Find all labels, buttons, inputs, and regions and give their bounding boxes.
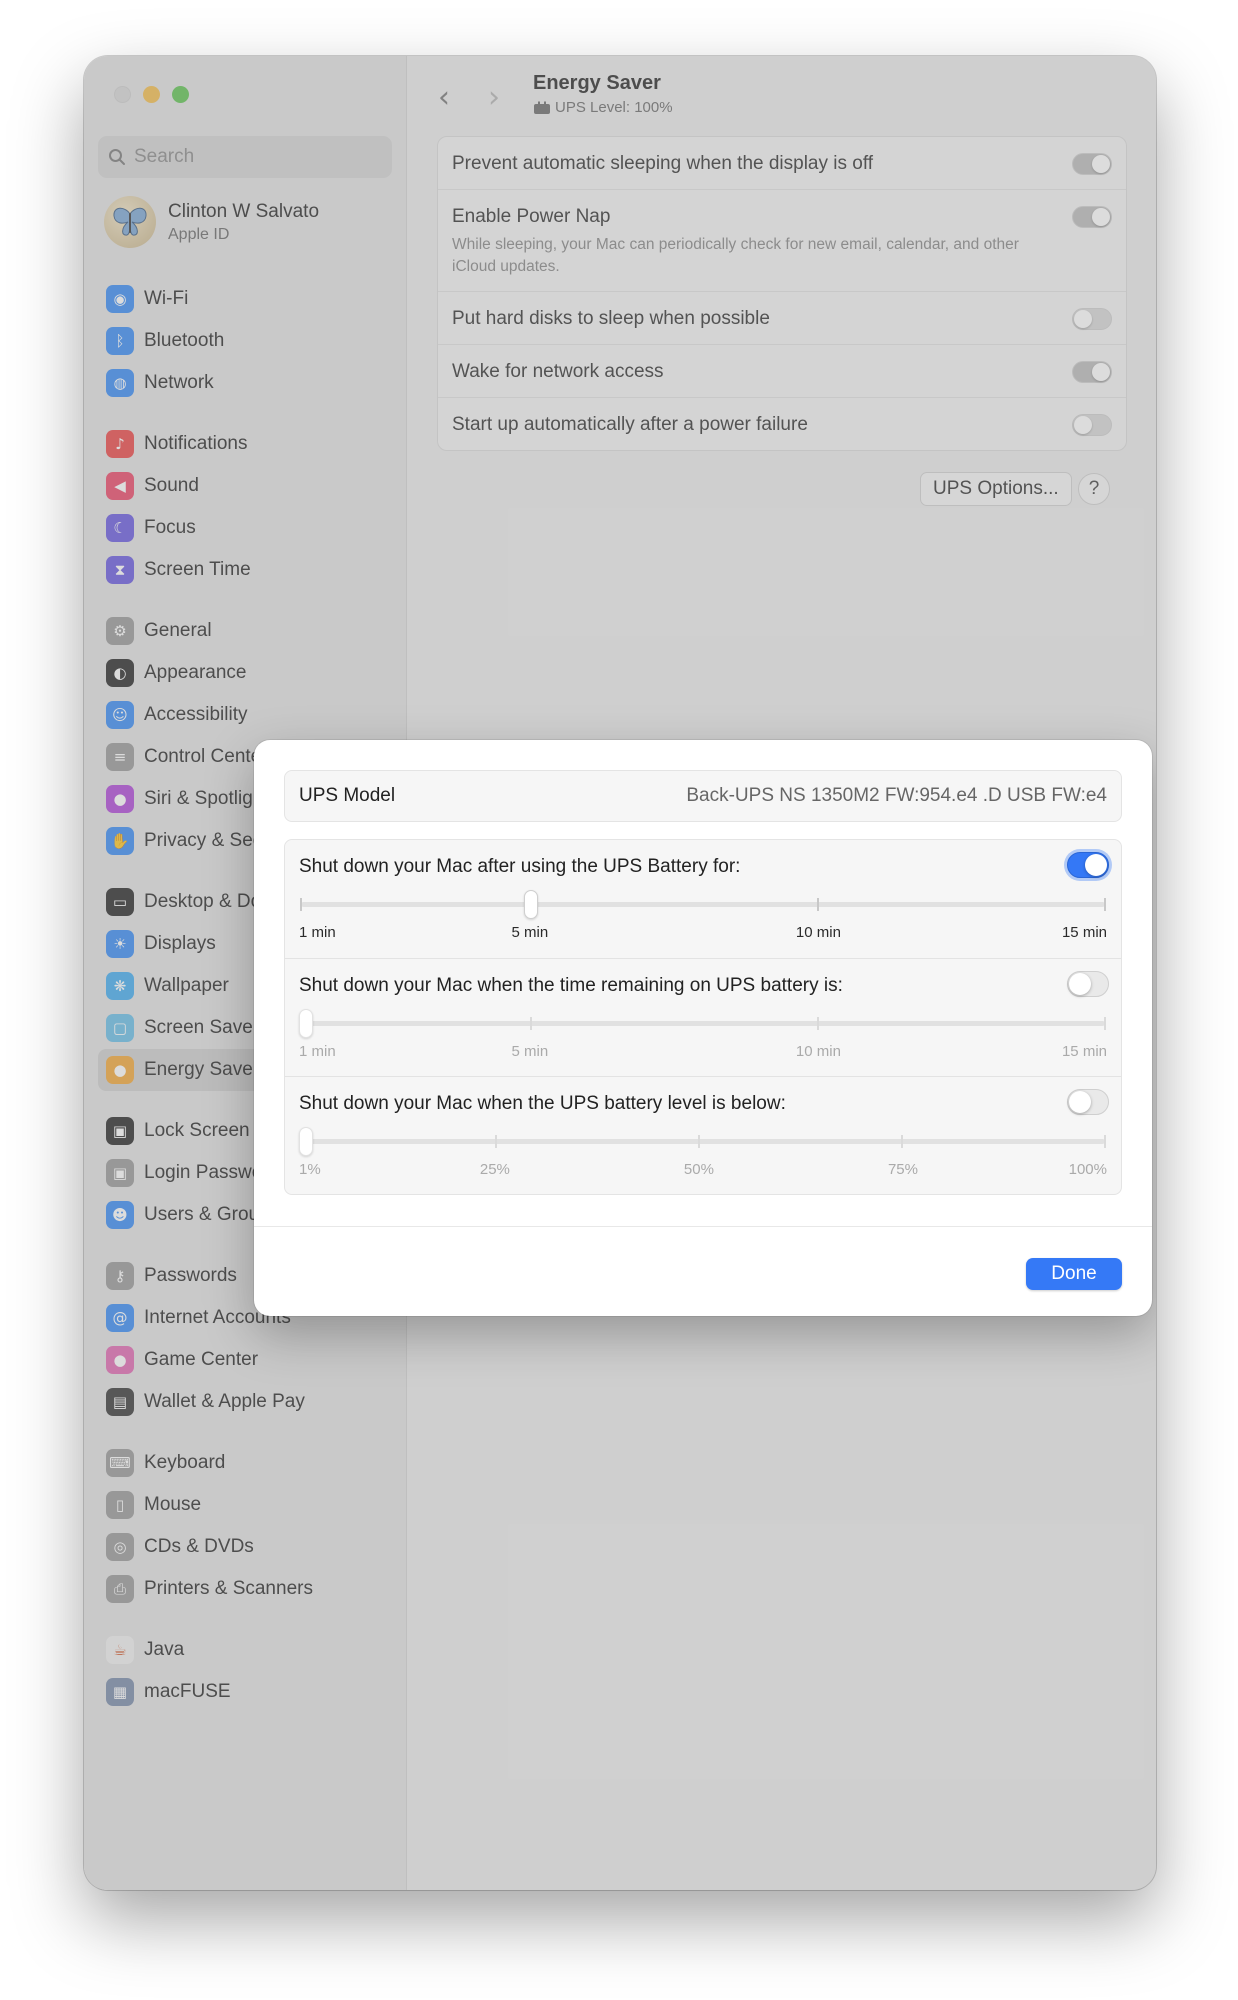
slider-label: 5 min	[511, 924, 549, 941]
slider-tick	[529, 1017, 532, 1030]
slider-tick	[300, 898, 302, 911]
shutdown-option-label: Shut down your Mac when the UPS battery …	[299, 1093, 786, 1114]
slider-label: 100%	[1068, 1161, 1107, 1178]
ups-model-label: UPS Model	[299, 785, 396, 806]
slider-tick	[494, 1135, 497, 1148]
shutdown-option-label: Shut down your Mac after using the UPS B…	[299, 856, 741, 877]
slider-label: 10 min	[795, 1043, 841, 1060]
slider-label: 1%	[299, 1161, 321, 1178]
shutdown-options-group: Shut down your Mac after using the UPS B…	[284, 839, 1122, 1195]
system-settings-window: Clinton W Salvato Apple ID ◉Wi-FiᛒBlueto…	[84, 56, 1156, 1890]
slider-label: 1 min	[299, 1043, 336, 1060]
divider	[254, 1226, 1152, 1227]
slider-labels: 1 min 5 min 10 min 15 min	[299, 1043, 1107, 1063]
slider-label: 75%	[887, 1161, 918, 1178]
slider-tick	[1104, 898, 1106, 911]
slider-label: 15 min	[1061, 1043, 1107, 1060]
slider-label: 5 min	[511, 1043, 549, 1060]
ups-options-sheet: UPS Model Back-UPS NS 1350M2 FW:954.e4 .…	[254, 740, 1152, 1316]
slider-label: 25%	[479, 1161, 510, 1178]
slider-tick	[1104, 1135, 1106, 1148]
slider-knob[interactable]	[298, 1127, 313, 1156]
shutdown-option-toggle[interactable]	[1067, 852, 1109, 878]
slider-label: 10 min	[795, 924, 841, 941]
slider-labels: 1 min 5 min 10 min 15 min	[299, 924, 1107, 944]
slider-tick	[816, 1017, 819, 1030]
slider-tick	[900, 1135, 903, 1148]
shutdown-option: Shut down your Mac after using the UPS B…	[285, 840, 1121, 960]
slider-knob[interactable]	[523, 890, 538, 919]
slider-knob[interactable]	[298, 1009, 313, 1038]
shutdown-option-toggle[interactable]	[1067, 971, 1109, 997]
done-button[interactable]: Done	[1026, 1258, 1122, 1290]
shutdown-slider-track[interactable]	[298, 1127, 1106, 1156]
slider-tick	[697, 1135, 700, 1148]
slider-tick	[1104, 1017, 1106, 1030]
shutdown-option: Shut down your Mac when the UPS battery …	[285, 1076, 1121, 1196]
ups-model-row: UPS Model Back-UPS NS 1350M2 FW:954.e4 .…	[284, 770, 1122, 822]
shutdown-option-toggle[interactable]	[1067, 1089, 1109, 1115]
slider-tick	[816, 898, 819, 911]
shutdown-slider-track[interactable]	[298, 1009, 1106, 1038]
ups-model-value: Back-UPS NS 1350M2 FW:954.e4 .D USB FW:e…	[686, 785, 1107, 806]
shutdown-option: Shut down your Mac when the time remaini…	[285, 958, 1121, 1078]
slider-label: 50%	[683, 1161, 714, 1178]
shutdown-option-label: Shut down your Mac when the time remaini…	[299, 975, 843, 996]
slider-label: 15 min	[1061, 924, 1107, 941]
slider-label: 1 min	[299, 924, 336, 941]
shutdown-slider-track[interactable]	[300, 890, 1106, 919]
slider-labels: 1% 25% 50% 75% 100%	[299, 1161, 1107, 1181]
